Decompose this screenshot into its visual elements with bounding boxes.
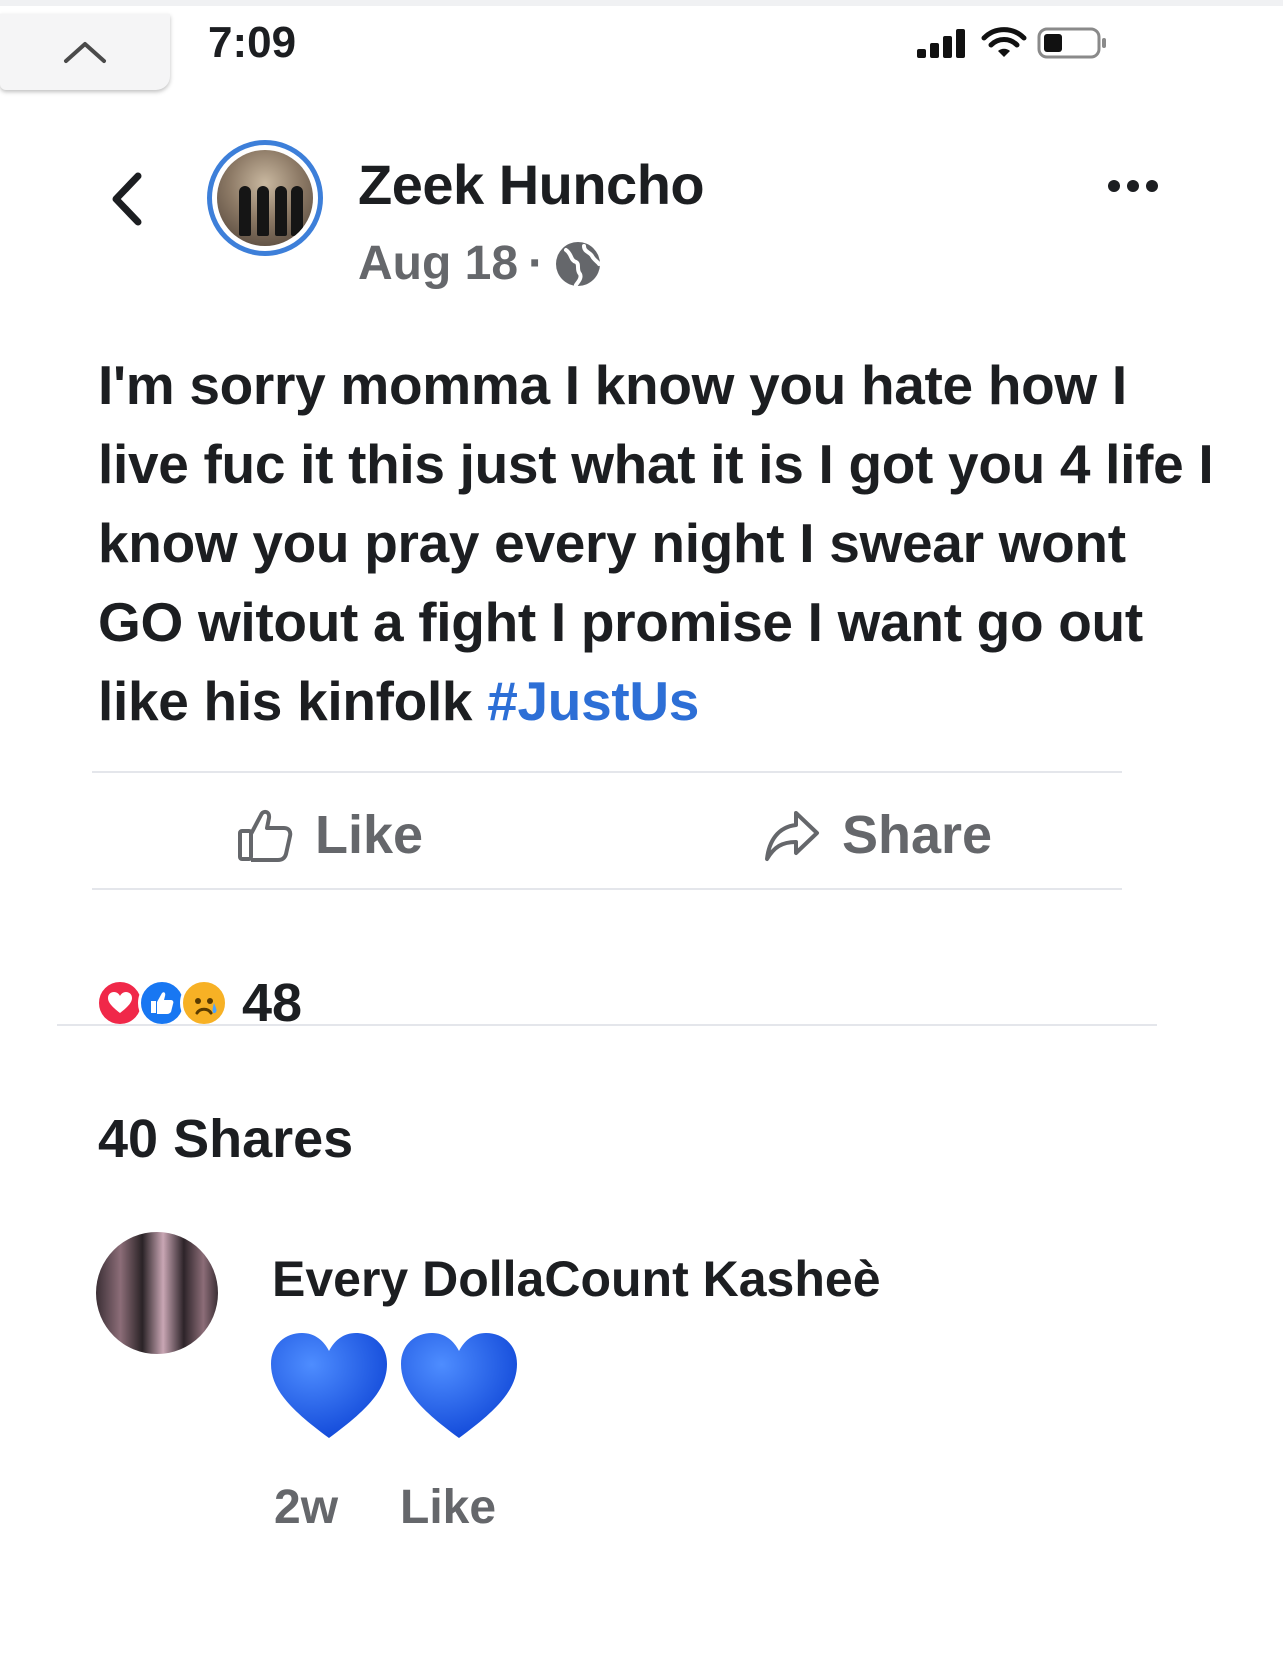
chevron-up-icon [64,42,106,63]
share-arrow-icon [765,811,819,861]
divider [92,771,1122,773]
post-date[interactable]: Aug 18 [358,236,518,291]
author-avatar[interactable] [207,140,323,256]
status-time: 7:09 [208,18,297,67]
post-text: I'm sorry momma I know you hate how I li… [98,346,1218,741]
shares-count[interactable]: 40 Shares [98,1108,353,1170]
comment-time: 2w [274,1481,339,1534]
more-icon-dot [1146,180,1158,192]
sad-reaction-icon [180,979,228,1027]
divider [92,888,1122,890]
like-label: Like [315,805,424,865]
collapse-tab[interactable] [0,14,170,90]
top-edge [0,0,1283,6]
meta-separator: · [528,237,545,290]
like-button[interactable]: Like [237,804,423,866]
post-author-name[interactable]: Zeek Huncho [358,152,705,217]
blue-heart-emoji [271,1333,387,1438]
more-icon-dot [1127,180,1139,192]
battery-icon [1037,27,1106,59]
commenter-avatar[interactable] [96,1232,218,1354]
post-meta: Aug 18 · [358,236,602,291]
blue-heart-emoji [401,1333,517,1438]
commenter-name[interactable]: Every DollaCount Kasheè [272,1250,881,1308]
share-label: Share [842,805,993,865]
back-icon [112,172,142,226]
love-reaction-icon [96,979,144,1027]
like-reaction-icon [138,979,186,1027]
more-icon [1108,180,1120,192]
globe-icon [556,241,602,287]
hashtag-link[interactable]: #JustUs [487,670,699,732]
avatar-photo [217,150,313,246]
share-button[interactable]: Share [764,804,992,866]
more-options-button[interactable] [1108,180,1158,192]
divider [57,1024,1157,1026]
wifi-icon [981,27,1027,57]
status-icons [915,26,1109,60]
thumbs-up-icon [238,809,293,862]
back-button[interactable] [108,172,144,231]
comment-like-button[interactable]: Like [400,1480,496,1535]
comment-body [268,1330,520,1442]
signal-icon [917,29,965,58]
